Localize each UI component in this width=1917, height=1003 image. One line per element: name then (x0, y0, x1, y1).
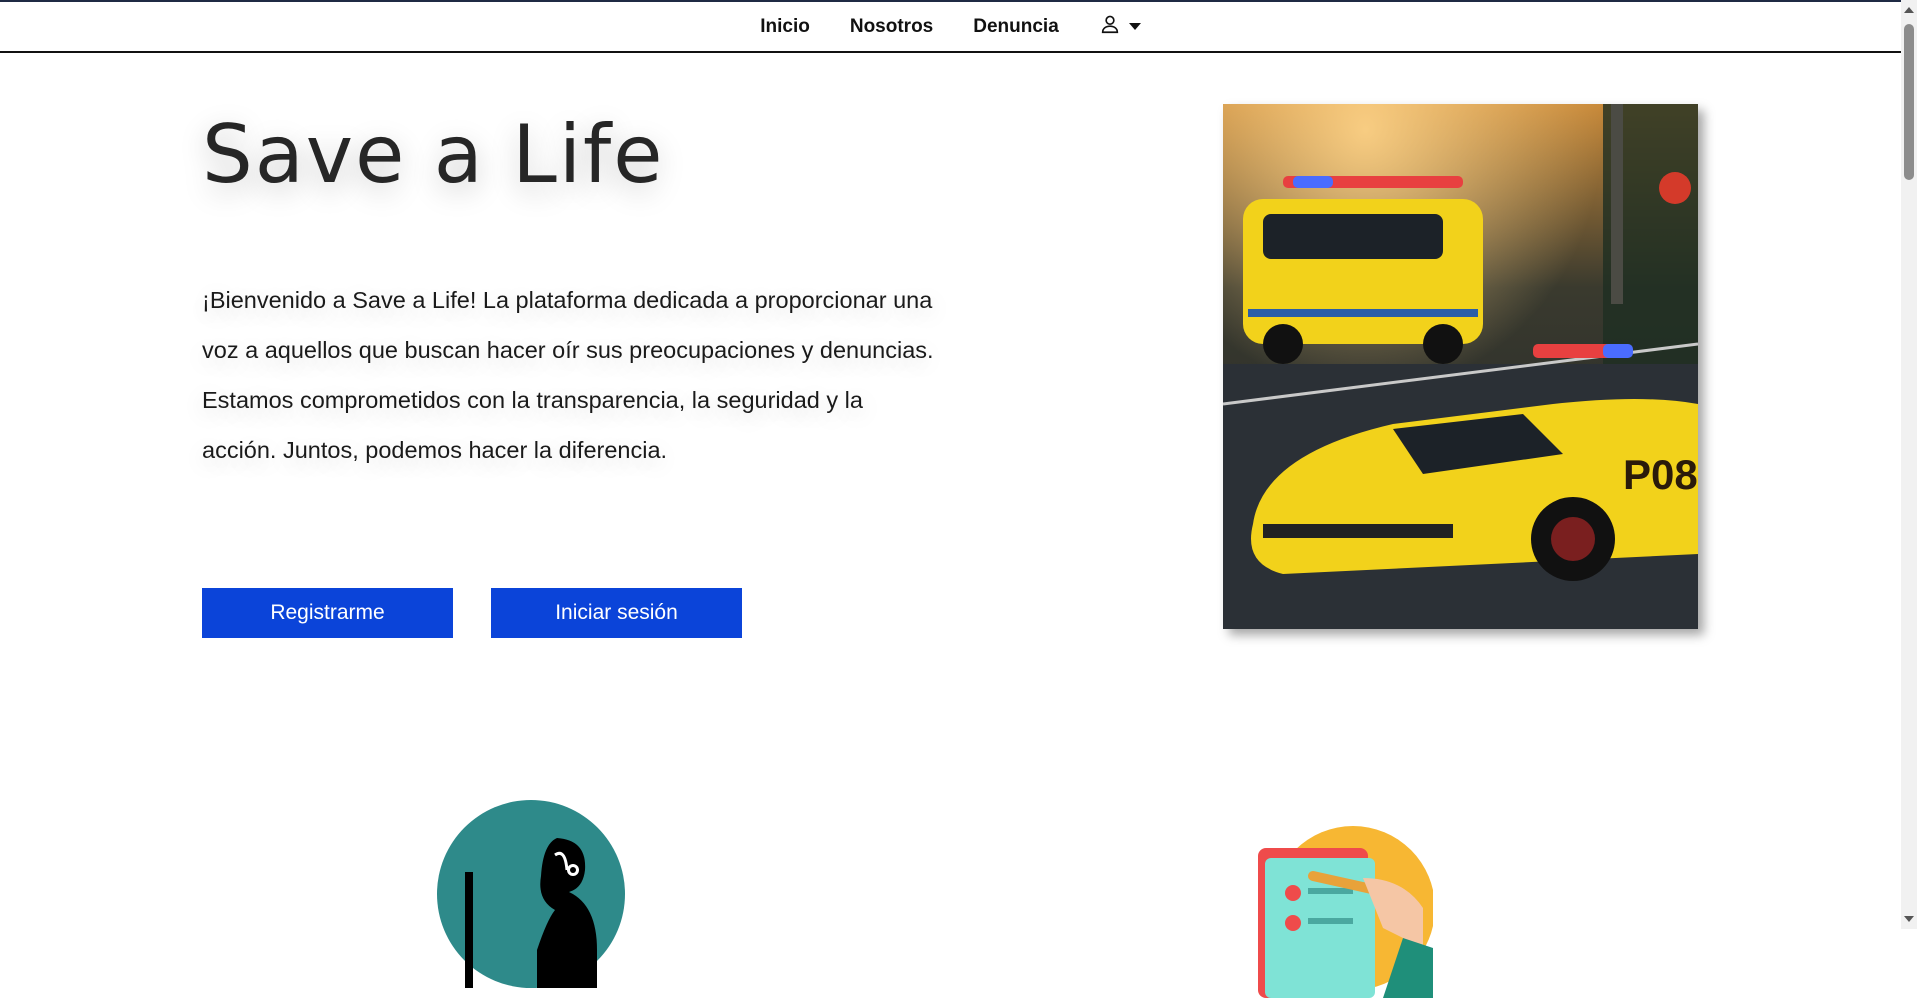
nav-link-inicio[interactable]: Inicio (760, 12, 810, 42)
vertical-scrollbar[interactable] (1901, 0, 1917, 929)
nav-link-denuncia[interactable]: Denuncia (973, 12, 1059, 42)
caret-down-icon (1128, 23, 1141, 30)
user-dropdown[interactable] (1099, 13, 1141, 40)
scrollbar-thumb[interactable] (1904, 24, 1914, 180)
register-button[interactable]: Registrarme (202, 588, 453, 638)
user-icon (1099, 13, 1121, 40)
nav-link-nosotros[interactable]: Nosotros (850, 12, 933, 42)
page-title: Save a Life (202, 108, 665, 201)
call-center-agent-icon (437, 800, 625, 988)
svg-text:P08: P08 (1623, 451, 1698, 498)
scroll-down-icon[interactable] (1904, 916, 1914, 922)
navbar: Inicio Nosotros Denuncia (0, 2, 1901, 53)
scroll-up-icon[interactable] (1904, 7, 1914, 13)
login-button[interactable]: Iniciar sesión (491, 588, 742, 638)
checklist-report-icon (1253, 818, 1435, 998)
hero-image: P08 (1223, 104, 1698, 629)
hero-description: ¡Bienvenido a Save a Life! La plataforma… (202, 287, 934, 463)
